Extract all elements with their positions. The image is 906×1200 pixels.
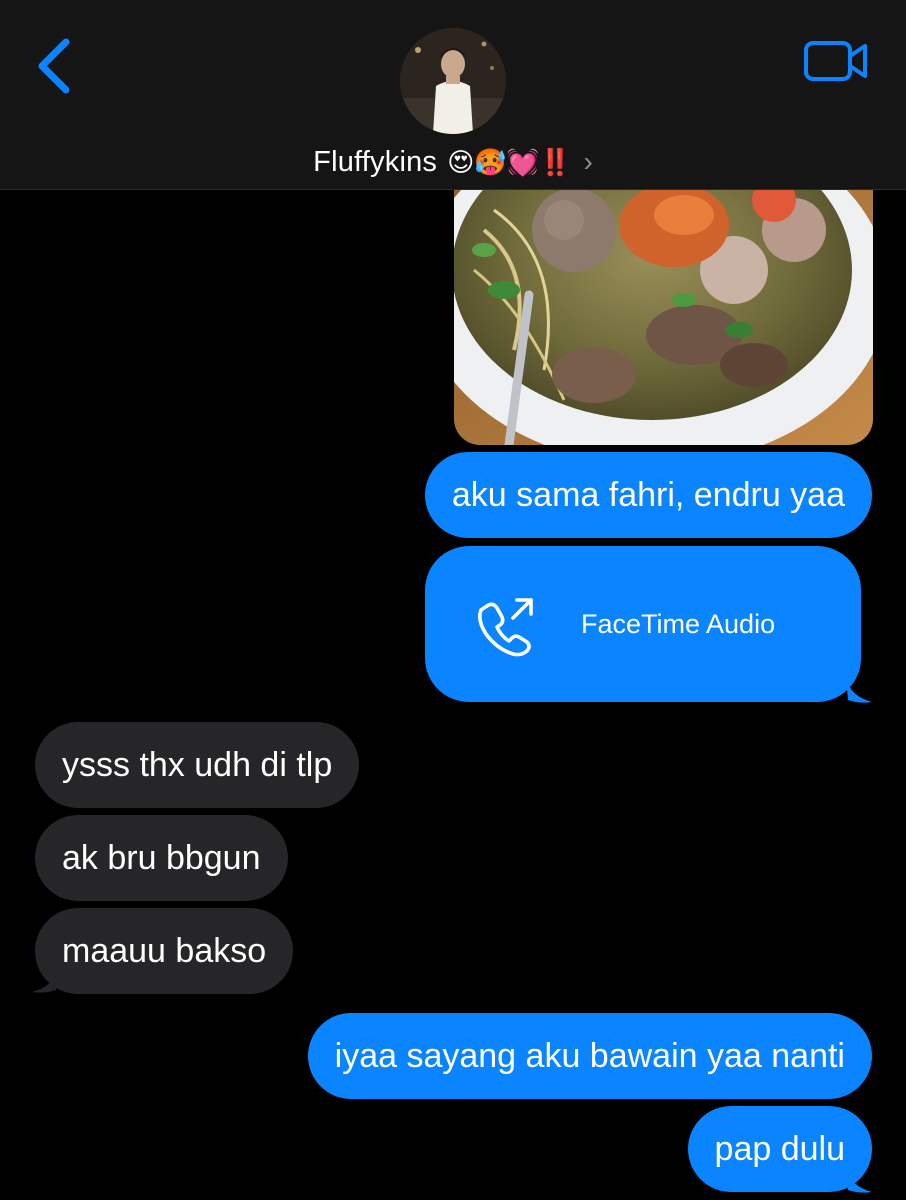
message-text: iyaa sayang aku bawain yaa nanti (334, 1037, 845, 1075)
contact-name-button[interactable]: Fluffykins 😍🥵💓‼️ › (0, 140, 906, 184)
bubble-tail (32, 968, 58, 993)
bubble-tail (846, 1168, 872, 1193)
outgoing-message[interactable]: iyaa sayang aku bawain yaa nanti (307, 1013, 872, 1099)
back-button[interactable] (30, 34, 86, 98)
contact-emoji: 😍🥵💓‼️ (447, 147, 572, 177)
outgoing-message[interactable]: pap dulu (687, 1106, 872, 1192)
video-camera-icon (804, 41, 867, 81)
outgoing-call-icon (478, 598, 533, 657)
message-text: pap dulu (714, 1130, 845, 1168)
facetime-video-button[interactable] (803, 38, 869, 84)
facetime-audio-call[interactable]: FaceTime Audio (425, 546, 861, 702)
message-text: ysss thx udh di tlp (62, 746, 333, 784)
message-text: maauu bakso (62, 932, 267, 970)
incoming-message[interactable]: ak bru bbgun (35, 815, 288, 901)
call-label: FaceTime Audio (581, 609, 776, 639)
chevron-right-icon: › (583, 146, 593, 177)
contact-name: Fluffykins (313, 146, 438, 178)
message-text: ak bru bbgun (62, 839, 261, 877)
contact-avatar[interactable] (400, 28, 506, 134)
chevron-left-icon (38, 38, 70, 94)
incoming-message[interactable]: maauu bakso (35, 908, 294, 994)
conversation-header: Fluffykins 😍🥵💓‼️ › (0, 0, 906, 190)
outgoing-message[interactable]: aku sama fahri, endru yaa (424, 452, 872, 538)
bubble-tail (846, 678, 872, 703)
incoming-message[interactable]: ysss thx udh di tlp (35, 722, 360, 808)
message-text: aku sama fahri, endru yaa (451, 476, 845, 514)
